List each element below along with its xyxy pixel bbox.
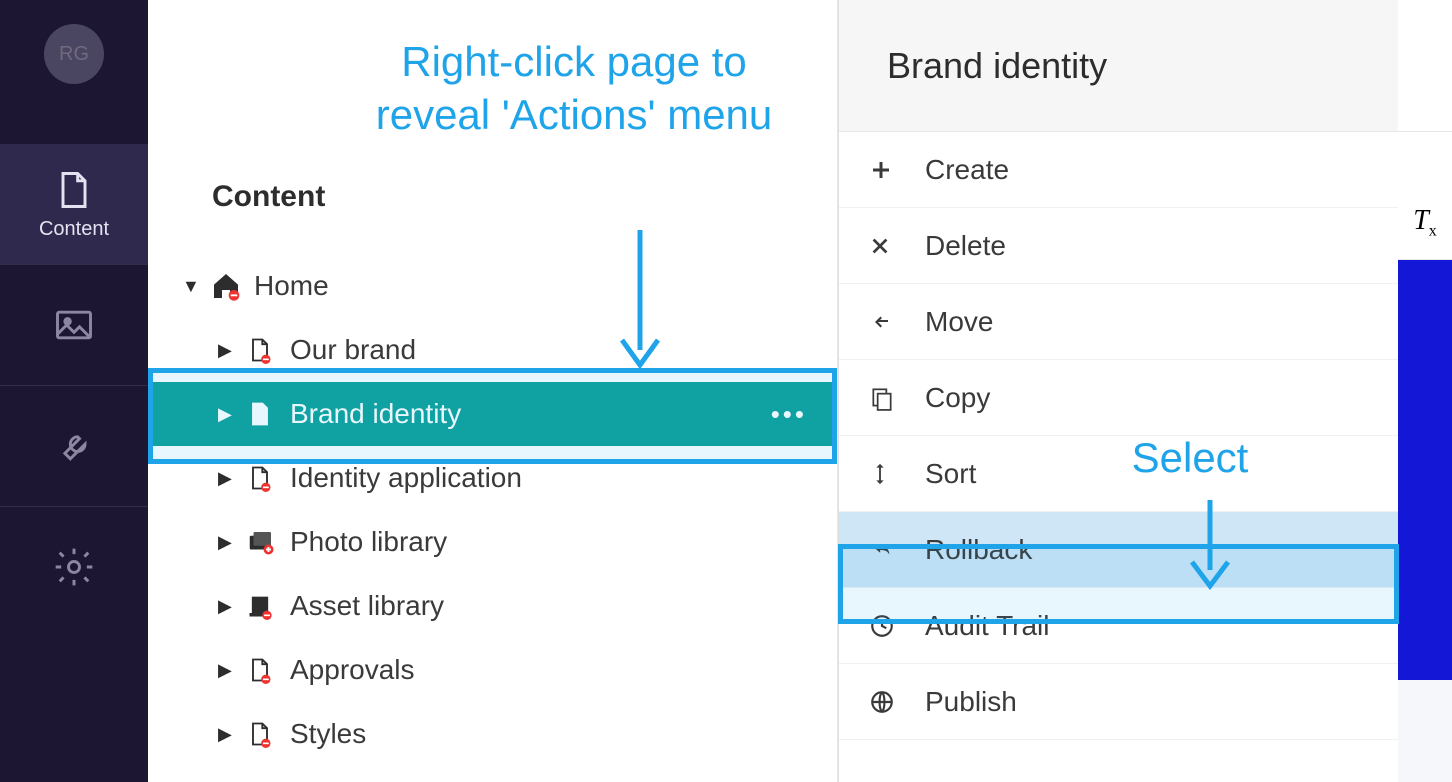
more-actions-icon[interactable]: ••• <box>771 399 807 430</box>
action-delete[interactable]: Delete <box>839 208 1398 284</box>
action-publish[interactable]: Publish <box>839 664 1398 740</box>
library-icon <box>246 592 290 620</box>
tree-item-label: Asset library <box>290 590 837 622</box>
avatar-initials: RG <box>59 43 89 66</box>
app-rail: RG Content <box>0 0 148 782</box>
tree-item[interactable]: ▶ Identity application <box>148 446 837 510</box>
gear-icon <box>52 545 96 589</box>
page-icon <box>246 720 290 748</box>
tree-item[interactable]: ▶ Asset library <box>148 574 837 638</box>
page-icon <box>246 336 290 364</box>
tree-item-label: Our brand <box>290 334 837 366</box>
content-tree: ▼ Home ▶ Our brand ▶ Brand identity ••• <box>148 254 837 766</box>
action-label: Create <box>925 154 1009 186</box>
expand-icon[interactable]: ▶ <box>218 660 240 681</box>
tree-item-selected[interactable]: ▶ Brand identity ••• <box>148 382 837 446</box>
sort-icon <box>869 461 925 487</box>
plus-icon <box>869 158 925 182</box>
page-icon <box>246 656 290 684</box>
collapse-icon[interactable]: ▼ <box>182 276 204 297</box>
clock-icon <box>869 613 925 639</box>
page-icon <box>246 464 290 492</box>
page-icon <box>246 400 290 428</box>
action-label: Copy <box>925 382 990 414</box>
tree-item[interactable]: ▶ Photo library <box>148 510 837 574</box>
tree-item-label: Photo library <box>290 526 837 558</box>
action-audit-trail[interactable]: Audit Trail <box>839 588 1398 664</box>
content-panel: Content ▼ Home ▶ Our brand ▶ Bran <box>148 0 838 782</box>
tree-item[interactable]: ▶ Approvals <box>148 638 837 702</box>
action-label: Publish <box>925 686 1017 718</box>
photos-icon <box>246 527 290 557</box>
tree-item-label: Styles <box>290 718 837 750</box>
action-label: Sort <box>925 458 976 490</box>
expand-icon[interactable]: ▶ <box>218 468 240 489</box>
expand-icon[interactable]: ▶ <box>218 340 240 361</box>
actions-panel: Brand identity Create Delete Move Copy S… <box>838 0 1398 782</box>
expand-icon[interactable]: ▶ <box>218 404 240 425</box>
action-label: Rollback <box>925 534 1032 566</box>
tree-item[interactable]: ▶ Styles <box>148 702 837 766</box>
user-avatar[interactable]: RG <box>44 24 104 84</box>
move-icon <box>869 310 925 334</box>
action-label: Move <box>925 306 993 338</box>
undo-icon <box>869 539 925 561</box>
expand-icon[interactable]: ▶ <box>218 596 240 617</box>
action-create[interactable]: Create <box>839 132 1398 208</box>
editor-right-strip: Tx <box>1398 0 1452 782</box>
action-label: Audit Trail <box>925 610 1050 642</box>
wrench-icon <box>52 424 96 468</box>
rail-item-media[interactable] <box>0 265 148 385</box>
expand-icon[interactable]: ▶ <box>218 532 240 553</box>
action-move[interactable]: Move <box>839 284 1398 360</box>
rail-item-tools[interactable] <box>0 386 148 506</box>
clear-formatting-icon[interactable]: Tx <box>1413 205 1437 241</box>
content-panel-title: Content <box>148 0 837 214</box>
action-copy[interactable]: Copy <box>839 360 1398 436</box>
copy-icon <box>869 385 925 411</box>
tree-item-label: Approvals <box>290 654 837 686</box>
rail-item-content[interactable]: Content <box>0 144 148 264</box>
close-icon <box>869 235 925 257</box>
rail-item-settings[interactable] <box>0 507 148 627</box>
editor-preview-block <box>1398 260 1452 680</box>
image-icon <box>52 303 96 347</box>
tree-item-label: Home <box>254 270 837 302</box>
action-rollback[interactable]: Rollback <box>839 512 1398 588</box>
expand-icon[interactable]: ▶ <box>218 724 240 745</box>
home-icon <box>210 270 254 302</box>
tree-item-label: Brand identity <box>290 398 771 430</box>
tree-item-label: Identity application <box>290 462 837 494</box>
tree-item[interactable]: ▶ Our brand <box>148 318 837 382</box>
tree-item-home[interactable]: ▼ Home <box>148 254 837 318</box>
actions-panel-title: Brand identity <box>839 0 1398 132</box>
action-label: Delete <box>925 230 1006 262</box>
action-sort[interactable]: Sort <box>839 436 1398 512</box>
rail-item-label: Content <box>39 218 109 241</box>
page-icon <box>52 168 96 212</box>
globe-icon <box>869 689 925 715</box>
